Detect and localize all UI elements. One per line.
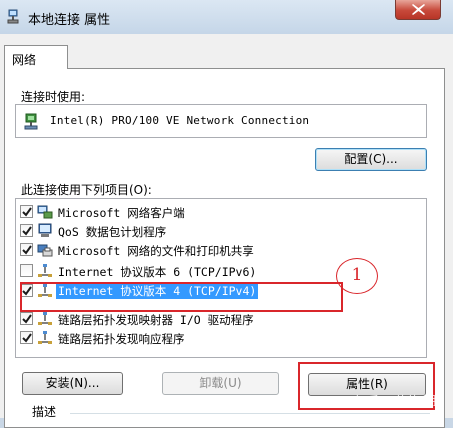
checkmark-icon [22, 333, 32, 343]
checkbox[interactable] [20, 312, 33, 325]
list-item[interactable]: 链路层拓扑发现响应程序 [20, 329, 420, 348]
protocol-icon [38, 264, 52, 277]
item-label: Microsoft 网络客户端 [58, 206, 185, 220]
checkbox[interactable] [20, 331, 33, 344]
qos-scheduler-icon [38, 223, 52, 237]
title-bar: 本地连接 属性 [0, 0, 453, 34]
checkmark-icon [22, 226, 32, 236]
network-adapter-icon [24, 113, 38, 130]
checkbox[interactable] [20, 243, 33, 256]
checkbox[interactable] [20, 264, 33, 277]
adapter-field: Intel(R) PRO/100 VE Network Connection [15, 104, 427, 138]
close-button[interactable] [395, 0, 441, 20]
window-title: 本地连接 属性 [28, 13, 111, 28]
checkmark-icon [22, 245, 32, 255]
protocol-icon [38, 312, 52, 325]
checkbox[interactable] [20, 224, 33, 237]
highlight-box-ipv4 [20, 282, 343, 312]
item-label: QoS 数据包计划程序 [58, 225, 167, 239]
list-item[interactable]: QoS 数据包计划程序 [20, 222, 420, 241]
item-label: Microsoft 网络的文件和打印机共享 [58, 244, 254, 258]
network-connection-icon [7, 9, 19, 24]
network-client-icon [37, 205, 53, 219]
configure-button[interactable]: 配置(C)... [315, 148, 427, 171]
item-label: 链路层拓扑发现映射器 I/O 驱动程序 [58, 313, 254, 327]
file-printer-sharing-icon [37, 244, 53, 257]
tab-network[interactable]: 网络 [4, 45, 68, 69]
items-label: 此连接使用下列项目(O): [21, 183, 152, 197]
watermark: 知乎 @佳佳电脑 [355, 394, 443, 408]
connect-using-label: 连接时使用: [21, 90, 86, 104]
description-divider [70, 413, 430, 414]
adapter-name: Intel(R) PRO/100 VE Network Connection [50, 114, 310, 127]
checkmark-icon [22, 314, 32, 324]
description-label: 描述 [32, 405, 57, 419]
list-item[interactable]: Microsoft 网络客户端 [20, 203, 420, 222]
annotation-number: 1 [336, 258, 378, 294]
protocol-icon [38, 331, 52, 344]
item-label: Internet 协议版本 6 (TCP/IPv6) [58, 265, 257, 279]
close-icon [412, 4, 425, 15]
install-button[interactable]: 安装(N)... [22, 372, 123, 395]
uninstall-button[interactable]: 卸载(U) [162, 372, 279, 395]
list-item[interactable]: Microsoft 网络的文件和打印机共享 [20, 241, 420, 260]
checkbox[interactable] [20, 205, 33, 218]
item-label: 链路层拓扑发现响应程序 [58, 332, 185, 346]
list-item[interactable]: 链路层拓扑发现映射器 I/O 驱动程序 [20, 310, 420, 329]
checkmark-icon [22, 207, 32, 217]
